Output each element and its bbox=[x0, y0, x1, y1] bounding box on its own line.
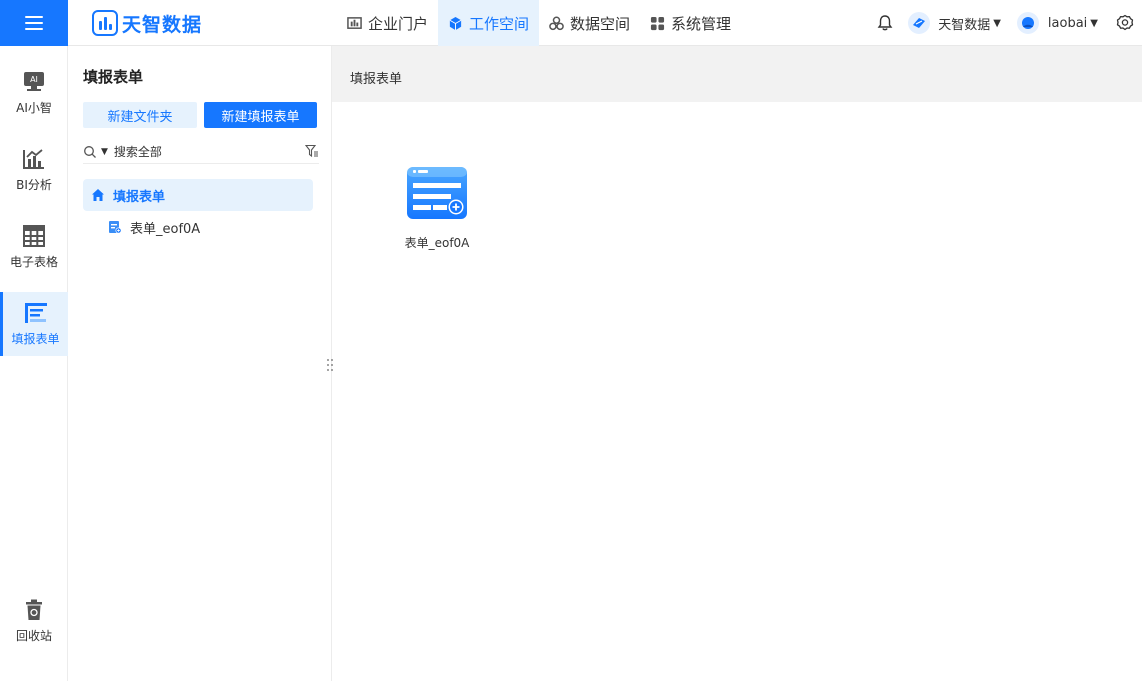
main-menu-button[interactable] bbox=[0, 0, 68, 46]
org-switcher[interactable]: 天智数据 ▼ bbox=[908, 12, 1001, 34]
recycle-bin-icon bbox=[26, 599, 42, 620]
avatar bbox=[1016, 12, 1039, 34]
form-icon bbox=[24, 302, 47, 323]
panel-title: 填报表单 bbox=[83, 68, 144, 86]
rail-item-form[interactable]: 填报表单 bbox=[0, 292, 68, 356]
nav-item-workspace[interactable]: 工作空间 bbox=[438, 0, 540, 46]
ai-assistant-icon: AI bbox=[24, 71, 44, 91]
nav-item-label: 工作空间 bbox=[469, 14, 530, 33]
top-bar: 天智数据 企业门户 工作空间 数据空间 系统管理 天智数据 ▼ laobai ▼ bbox=[0, 0, 1142, 46]
app-root: 天智数据 企业门户 工作空间 数据空间 系统管理 天智数据 ▼ laobai ▼… bbox=[0, 0, 1142, 681]
bell-icon[interactable] bbox=[876, 14, 894, 32]
module-rail: AI AI小智 BI分析 电子表格 填报表单 回收站 bbox=[0, 46, 68, 681]
svg-text:AI: AI bbox=[30, 75, 38, 84]
rail-item-label: 回收站 bbox=[15, 628, 52, 643]
bi-chart-icon bbox=[23, 148, 44, 169]
org-name: 天智数据 bbox=[938, 17, 991, 33]
system-grid-icon bbox=[650, 16, 665, 30]
top-nav: 企业门户 工作空间 数据空间 系统管理 bbox=[337, 0, 741, 46]
nav-item-label: 系统管理 bbox=[671, 14, 732, 33]
search-input[interactable] bbox=[113, 144, 294, 159]
panel-resize-handle[interactable] bbox=[326, 358, 334, 372]
nav-item-label: 企业门户 bbox=[368, 14, 429, 33]
new-form-button[interactable]: 新建填报表单 bbox=[204, 102, 317, 128]
nav-item-label: 数据空间 bbox=[570, 14, 631, 33]
org-logo-icon bbox=[908, 12, 931, 34]
tree-root-label: 填报表单 bbox=[113, 189, 166, 205]
brand-logo-icon bbox=[92, 10, 118, 36]
rail-item-label: BI分析 bbox=[16, 177, 52, 192]
gear-icon[interactable] bbox=[1116, 14, 1134, 32]
nav-item-portal[interactable]: 企业门户 bbox=[337, 0, 438, 46]
rail-item-recycle-bin[interactable]: 回收站 bbox=[0, 589, 68, 653]
new-folder-button[interactable]: 新建文件夹 bbox=[83, 102, 197, 128]
form-file-small-icon bbox=[109, 221, 122, 234]
portal-icon bbox=[347, 16, 362, 29]
search-scope-caret-icon[interactable]: ▼ bbox=[101, 147, 108, 157]
form-file-icon bbox=[407, 167, 467, 219]
hamburger-icon bbox=[25, 16, 43, 30]
file-card[interactable]: 表单_eof0A bbox=[395, 166, 479, 256]
caret-down-icon: ▼ bbox=[993, 17, 1001, 29]
tree-item-label: 表单_eof0A bbox=[130, 221, 201, 237]
filter-icon[interactable] bbox=[305, 144, 319, 158]
search-bar: ▼ bbox=[83, 140, 319, 164]
rail-item-bi[interactable]: BI分析 bbox=[0, 138, 68, 202]
nav-item-data-space[interactable]: 数据空间 bbox=[539, 0, 640, 46]
spreadsheet-icon bbox=[23, 224, 45, 247]
rail-item-label: 电子表格 bbox=[9, 254, 58, 269]
tree-root-item[interactable]: 填报表单 bbox=[83, 179, 313, 211]
caret-down-icon: ▼ bbox=[1090, 17, 1098, 29]
header-tools: 天智数据 ▼ laobai ▼ bbox=[876, 0, 1142, 46]
user-name: laobai bbox=[1047, 15, 1088, 31]
brand-name: 天智数据 bbox=[122, 13, 203, 36]
brand[interactable]: 天智数据 bbox=[92, 10, 202, 36]
home-icon bbox=[92, 189, 104, 201]
form-tree-panel: 填报表单 新建文件夹 新建填报表单 ▼ 填报表单 bbox=[68, 46, 332, 681]
tree-item-form[interactable]: 表单_eof0A bbox=[108, 216, 200, 238]
rail-item-label: 填报表单 bbox=[11, 331, 60, 346]
search-icon[interactable] bbox=[83, 145, 97, 159]
rail-item-label: AI小智 bbox=[16, 100, 52, 115]
rail-item-ai-assistant[interactable]: AI AI小智 bbox=[0, 61, 68, 125]
page-title: 填报表单 bbox=[350, 72, 403, 87]
data-space-icon bbox=[549, 15, 564, 30]
rail-item-spreadsheet[interactable]: 电子表格 bbox=[0, 215, 68, 279]
workspace-cube-icon bbox=[449, 16, 462, 30]
nav-item-system[interactable]: 系统管理 bbox=[640, 0, 741, 46]
main-header: 填报表单 bbox=[332, 46, 1142, 102]
user-menu[interactable]: laobai ▼ bbox=[1016, 12, 1098, 34]
file-name: 表单_eof0A bbox=[404, 236, 470, 250]
